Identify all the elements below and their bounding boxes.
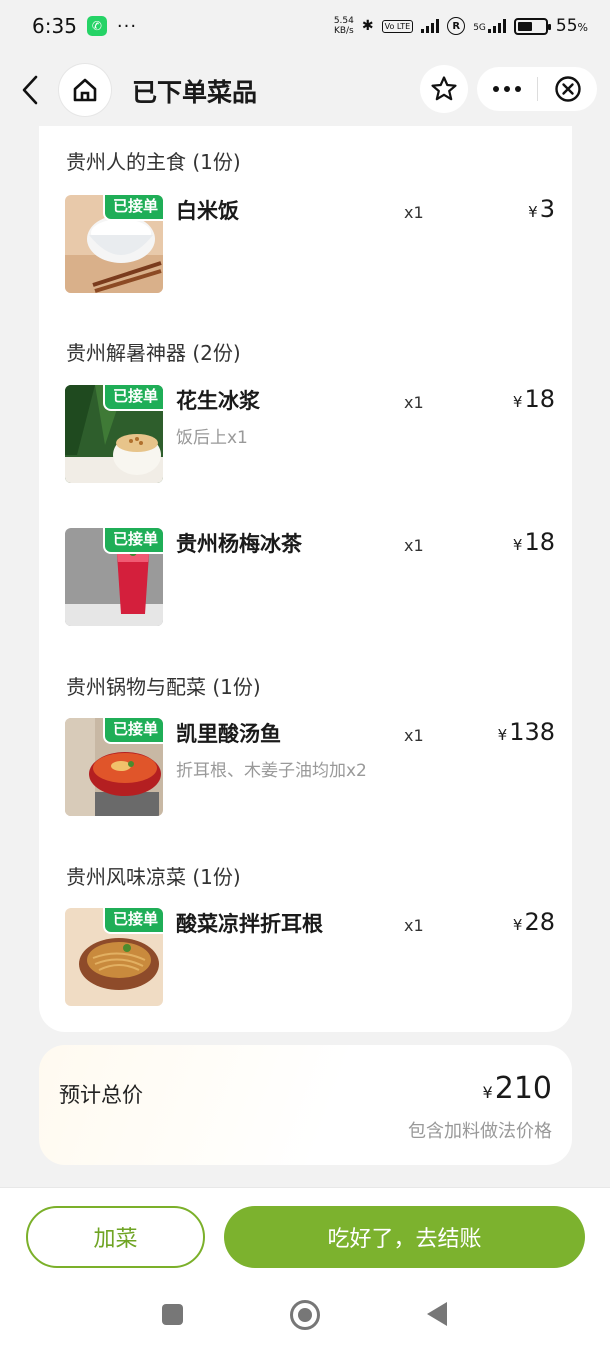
category-title: 贵州解暑神器 (2份) [66,341,241,365]
list-item[interactable]: 已接单 酸菜凉拌折耳根 x1 ¥28 [65,908,555,1008]
total-card: 预计总价 ¥210 包含加料做法价格 [39,1045,572,1165]
status-badge: 已接单 [102,385,163,411]
recent-apps-button[interactable] [162,1304,183,1325]
list-item[interactable]: 已接单 凯里酸汤鱼 折耳根、木姜子油均加x2 x1 ¥138 [65,718,555,818]
home-circle-icon [298,1308,312,1322]
mini-program-capsule [477,67,597,111]
dish-price-value: 28 [524,908,555,936]
list-item[interactable]: 已接单 贵州杨梅冰茶 x1 ¥18 [65,528,555,628]
total-price-value: 210 [494,1071,552,1106]
dish-name: 花生冰浆 [176,389,260,413]
close-button[interactable] [538,67,597,111]
dish-image-sour-soup-fish: 已接单 [65,718,163,816]
system-nav-bar [0,1293,610,1343]
status-time: 6:35 [32,14,77,38]
status-badge: 已接单 [102,718,163,744]
order-list-card: 贵州人的主食 (1份) 已接单 白米饭 x1 ¥3 贵州解暑神器 (2份) 已接… [39,126,572,1032]
dish-image-bayberry-tea: 已接单 [65,528,163,626]
more-dots-icon [515,86,521,92]
home-button[interactable] [59,64,111,116]
chevron-left-icon [22,75,38,105]
home-icon [73,78,97,102]
close-circle-icon [554,76,581,102]
volte-icon: Vo LTE [381,19,414,33]
dish-name: 贵州杨梅冰茶 [176,532,302,556]
dish-name: 酸菜凉拌折耳根 [176,912,323,936]
dish-quantity: x1 [404,916,424,935]
status-badge: 已接单 [102,908,163,934]
dish-price-value: 18 [524,385,555,413]
category-title: 贵州锅物与配菜 (1份) [66,675,261,699]
dish-image-rice: 已接单 [65,195,163,293]
network-speed-value: 5.54 [333,16,354,26]
favorite-button[interactable] [420,65,468,113]
dish-image-pickled-salad: 已接单 [65,908,163,1006]
bluetooth-icon: ✱ [361,18,374,34]
network-speed: 5.54 KB/s [334,16,354,36]
page-title: 已下单菜品 [132,78,258,107]
dish-price: ¥28 [513,908,555,936]
system-back-button[interactable] [427,1302,447,1326]
dish-quantity: x1 [404,536,424,555]
5g-signal-icon: 5G [473,19,506,33]
whatsapp-icon: ✆ [86,16,107,36]
system-home-button[interactable] [290,1300,320,1330]
currency-symbol: ¥ [512,536,523,554]
battery-percent-value: 55 [555,16,578,36]
more-notifications-icon: ··· [116,15,138,37]
star-icon [431,76,457,101]
battery-percent-unit: % [577,21,588,34]
status-badge: 已接单 [102,528,163,554]
add-dish-button[interactable]: 加菜 [26,1206,205,1268]
dish-note: 饭后上x1 [176,428,248,448]
currency-symbol: ¥ [482,1083,493,1102]
category-title: 贵州风味凉菜 (1份) [66,865,241,889]
list-item[interactable]: 已接单 白米饭 x1 ¥3 [65,195,555,295]
dish-price-value: 18 [524,528,555,556]
signal-icon [421,19,440,33]
dish-price: ¥3 [528,195,555,223]
dish-quantity: x1 [404,203,424,222]
dish-price-value: 138 [509,718,555,746]
dish-image-peanut-ice: 已接单 [65,385,163,483]
bottom-action-bar: 加菜 吃好了，去结账 [0,1187,610,1356]
category-title: 贵州人的主食 (1份) [66,150,241,174]
network-speed-unit: KB/s [333,26,354,36]
dish-note: 折耳根、木姜子油均加x2 [176,761,367,781]
dish-quantity: x1 [404,393,424,412]
back-button[interactable] [14,72,46,108]
list-item[interactable]: 已接单 花生冰浆 饭后上x1 x1 ¥18 [65,385,555,485]
nav-bar: 已下单菜品 [0,60,610,120]
dish-price: ¥18 [513,528,555,556]
more-dots-icon [504,86,510,92]
registered-icon: R [447,17,466,35]
battery-percent: 55% [556,16,588,36]
dish-quantity: x1 [404,726,424,745]
currency-symbol: ¥ [497,726,508,744]
checkout-button[interactable]: 吃好了，去结账 [224,1206,585,1268]
dish-price: ¥138 [498,718,555,746]
dish-name: 凯里酸汤鱼 [176,722,281,746]
network-type: 5G [473,23,486,33]
total-label: 预计总价 [59,1083,143,1107]
total-note: 包含加料做法价格 [408,1121,552,1142]
more-dots-icon [493,86,499,92]
more-button[interactable] [477,67,537,111]
dish-name: 白米饭 [176,199,239,223]
battery-icon [513,17,551,35]
currency-symbol: ¥ [512,916,523,934]
currency-symbol: ¥ [528,203,538,221]
status-bar: 6:35 ✆ ··· 5.54 KB/s ✱ Vo LTE R 5G 55% [0,0,610,52]
dish-price: ¥18 [513,385,555,413]
status-badge: 已接单 [102,195,163,221]
currency-symbol: ¥ [512,393,523,411]
total-price: ¥210 [483,1071,552,1106]
dish-price-value: 3 [539,195,555,223]
